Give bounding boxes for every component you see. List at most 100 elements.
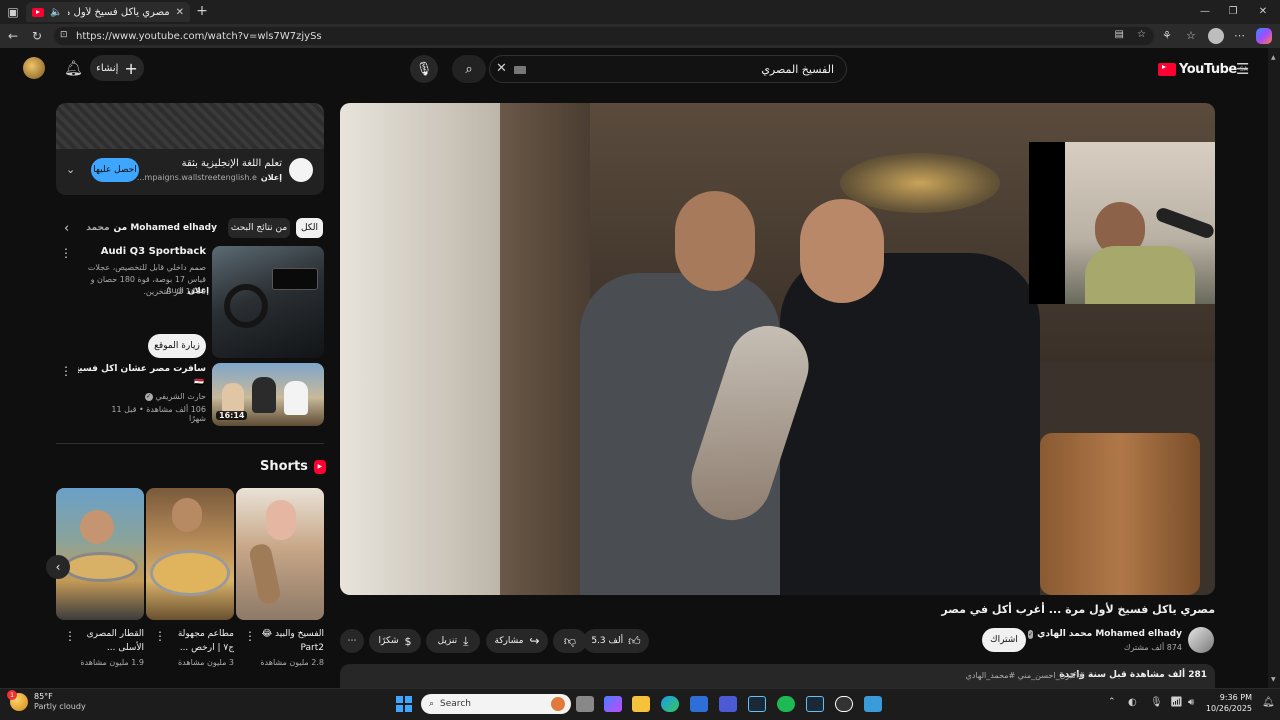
weather-temp: 85°F bbox=[34, 692, 53, 701]
site-info-icon[interactable]: ⊡ bbox=[60, 30, 68, 40]
audi-ad-more-icon[interactable]: ⋮ bbox=[60, 246, 72, 260]
audi-ad-title[interactable]: Audi Q3 Sportback bbox=[101, 246, 206, 257]
youtube-logo[interactable]: YouTube SA bbox=[1158, 62, 1248, 77]
photos-icon[interactable] bbox=[864, 696, 882, 712]
notifications-icon[interactable]: 🔔︎ bbox=[1262, 697, 1275, 708]
start-button[interactable] bbox=[396, 696, 412, 712]
wifi-icon[interactable]: 📶︎ bbox=[1170, 697, 1183, 708]
favorites-icon[interactable]: ☆ bbox=[1186, 29, 1196, 42]
chandelier-shape bbox=[840, 153, 1000, 213]
favorite-star-icon[interactable]: ☆ bbox=[1137, 29, 1146, 40]
steam-icon-2[interactable] bbox=[806, 696, 824, 712]
url-field[interactable]: ⊡ https://www.youtube.com/watch?v=wls7W7… bbox=[54, 27, 1154, 45]
scroll-up-icon[interactable]: ▲ bbox=[1271, 54, 1276, 61]
thanks-button[interactable]: شكرًا $ bbox=[369, 629, 421, 653]
search-button[interactable]: ⌕ bbox=[452, 55, 486, 83]
microsoft-store-icon[interactable] bbox=[690, 696, 708, 712]
chip-all[interactable]: الكل bbox=[296, 218, 323, 238]
widgets-icon[interactable] bbox=[604, 696, 622, 712]
close-tab-icon[interactable]: ✕ bbox=[176, 7, 184, 18]
steering-wheel-shape bbox=[224, 284, 268, 328]
description-box[interactable]: 281 ألف مشاهدة قبل سنة واحدة #اكبرن_احسن… bbox=[340, 664, 1215, 688]
verified-icon: ✓ bbox=[1028, 629, 1034, 639]
voice-search-button[interactable]: 🎙︎ bbox=[410, 55, 438, 83]
steam-icon[interactable] bbox=[748, 696, 766, 712]
refresh-icon[interactable]: ↻ bbox=[30, 29, 44, 43]
short-2-more-icon[interactable]: ⋮ bbox=[154, 629, 166, 643]
tray-app-icon[interactable]: ◐ bbox=[1128, 697, 1137, 708]
subscribe-button[interactable]: اشتراك bbox=[982, 628, 1026, 652]
mute-tab-icon[interactable]: 🔈 bbox=[50, 7, 62, 18]
description-hashtags[interactable]: #اكبرن_احسن_مني #محمد_الهادي bbox=[966, 671, 1085, 680]
share-arrow-icon: ↪ bbox=[529, 634, 540, 648]
chip-channel-name[interactable]: محمد الهادي من Mohamed elhady bbox=[84, 218, 224, 238]
video-player[interactable] bbox=[340, 103, 1215, 595]
guide-menu-icon[interactable]: ☰ bbox=[1236, 60, 1249, 78]
taskbar-search-box[interactable]: ⌕ Search bbox=[421, 694, 571, 714]
marble-wall-shape bbox=[340, 103, 500, 595]
back-icon[interactable]: ← bbox=[6, 29, 20, 43]
scroll-down-icon[interactable]: ▼ bbox=[1271, 676, 1276, 683]
visit-site-button[interactable]: زيارة الموقع bbox=[148, 334, 206, 358]
dislike-button[interactable]: 👎︎ bbox=[553, 629, 587, 653]
maximize-button[interactable]: ❐ bbox=[1226, 4, 1240, 18]
chevron-down-icon[interactable]: ⌄ bbox=[66, 163, 75, 176]
weather-widget[interactable]: 1 85°F Partly cloudy bbox=[7, 690, 86, 712]
short-thumbnail-3[interactable] bbox=[236, 488, 324, 620]
related-video-channel[interactable]: حارث الشريفي bbox=[156, 392, 206, 401]
chip-scroll-left-icon[interactable]: ‹ bbox=[64, 221, 69, 236]
create-button[interactable]: إنشاء + bbox=[90, 55, 144, 81]
related-video-more-icon[interactable]: ⋮ bbox=[60, 364, 72, 378]
short-thumbnail-2[interactable] bbox=[146, 488, 234, 620]
page-scrollbar[interactable]: ▲ ▼ bbox=[1268, 48, 1280, 688]
keyboard-icon[interactable] bbox=[514, 66, 526, 74]
short-3-more-icon[interactable]: ⋮ bbox=[244, 629, 256, 643]
short-title-2[interactable]: مطاعم مجهولة ج٧ | ارخص ... bbox=[166, 627, 234, 655]
shorts-scroll-left-button[interactable]: ‹ bbox=[46, 555, 70, 579]
search-input[interactable]: ✕ الفسيخ المصري bbox=[489, 55, 847, 83]
related-video-title[interactable]: سافرت مصر عشان أكل فسيخ لأول مرة !! bbox=[78, 364, 206, 374]
spotify-icon[interactable] bbox=[777, 696, 795, 712]
more-actions-button[interactable]: ⋯ bbox=[340, 629, 364, 653]
account-avatar[interactable] bbox=[23, 57, 45, 79]
discord-icon[interactable] bbox=[719, 696, 737, 712]
clear-search-icon[interactable]: ✕ bbox=[496, 61, 507, 76]
short-thumbnail-1[interactable] bbox=[56, 488, 144, 620]
edge-browser-icon[interactable] bbox=[661, 696, 679, 712]
super-thanks-icon: $ bbox=[404, 634, 412, 648]
notifications-bell-icon[interactable]: 🔔︎ bbox=[64, 59, 83, 77]
channel-avatar[interactable] bbox=[1188, 627, 1214, 653]
tray-overflow-icon[interactable]: ⌃ bbox=[1108, 697, 1116, 707]
clock[interactable]: 9:36 PM 10/26/2025 bbox=[1204, 692, 1252, 714]
share-button[interactable]: مشاركة ↪ bbox=[486, 629, 548, 653]
related-video-thumbnail[interactable]: 16:14 bbox=[212, 363, 324, 426]
audi-ad-thumbnail[interactable] bbox=[212, 246, 324, 358]
app-icon[interactable] bbox=[835, 696, 853, 712]
copilot-icon[interactable] bbox=[1256, 28, 1272, 44]
tab-actions-icon[interactable]: ▣ bbox=[6, 5, 20, 19]
minimize-button[interactable]: — bbox=[1198, 4, 1212, 18]
new-tab-button[interactable]: + bbox=[195, 3, 209, 19]
file-explorer-icon[interactable] bbox=[632, 696, 650, 712]
channel-name[interactable]: محمد الهادي Mohamed elhady bbox=[1037, 629, 1182, 639]
ad-advertiser-logo[interactable] bbox=[289, 158, 313, 182]
short-1-more-icon[interactable]: ⋮ bbox=[64, 629, 76, 643]
like-button[interactable]: 5.3 ألف 👍︎ bbox=[583, 629, 648, 653]
more-menu-icon[interactable]: ⋯ bbox=[1234, 29, 1245, 42]
ad-title[interactable]: تعلم اللغة الإنجليزية بثقة bbox=[122, 158, 282, 169]
reader-view-icon[interactable]: ▤ bbox=[1115, 29, 1124, 40]
chip-from-search[interactable]: من نتائج البحث bbox=[228, 218, 290, 238]
tray-mic-icon[interactable]: 🎙︎ bbox=[1150, 697, 1163, 708]
ad-url: ...mpaigns.wallstreetenglish.e bbox=[136, 173, 257, 182]
extensions-icon[interactable]: ⚘ bbox=[1162, 29, 1172, 42]
short-title-1[interactable]: القطار المصرى الأسلى ... bbox=[76, 627, 144, 655]
task-view-icon[interactable] bbox=[576, 696, 594, 712]
close-window-button[interactable]: ✕ bbox=[1256, 4, 1270, 18]
download-button[interactable]: تنزيل ⤓ bbox=[426, 629, 480, 653]
browser-tab-active[interactable]: 🔈 مصري ياكل فسيخ لأول مرة ... ✕ bbox=[26, 2, 190, 22]
ad-banner-image[interactable] bbox=[56, 103, 324, 149]
volume-icon[interactable]: 🔊︎ bbox=[1188, 697, 1194, 708]
search-value: الفسيخ المصري bbox=[761, 62, 834, 76]
profile-avatar[interactable] bbox=[1208, 28, 1224, 44]
short-title-3[interactable]: الفسيخ والبيد 😂 Part2 bbox=[256, 627, 324, 655]
